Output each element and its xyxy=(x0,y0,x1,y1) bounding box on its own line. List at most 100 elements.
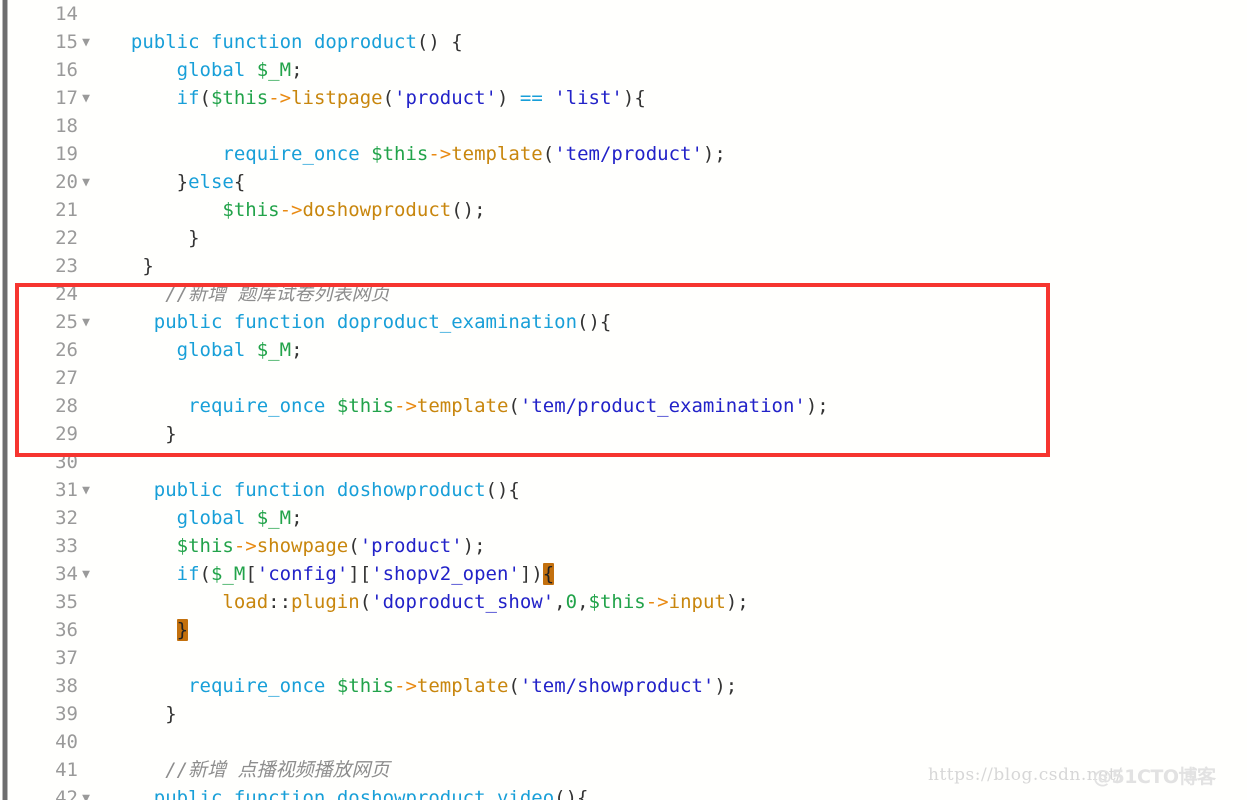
code-line-content[interactable]: public function doshowproduct_video(){ xyxy=(108,784,589,800)
fold-triangle-icon[interactable]: ▼ xyxy=(78,785,94,800)
line-number-19[interactable]: 19 xyxy=(0,140,100,168)
code-line[interactable]: 39 } xyxy=(0,700,1247,728)
editor-left-scrollbar[interactable] xyxy=(2,0,8,800)
line-number-17[interactable]: 17 ▼ xyxy=(0,84,100,112)
token-kw: global xyxy=(176,339,246,361)
code-line-content[interactable]: $this->showpage('product'); xyxy=(108,532,486,560)
line-number-24[interactable]: 24 xyxy=(0,280,100,308)
fold-triangle-icon[interactable]: ▼ xyxy=(78,477,94,505)
code-line-content[interactable]: if($_M['config']['shopv2_open']){ xyxy=(108,560,555,588)
code-line[interactable]: 21 $this->doshowproduct(); xyxy=(0,196,1247,224)
code-line[interactable]: 33 $this->showpage('product'); xyxy=(0,532,1247,560)
code-line-content[interactable]: $this->doshowproduct(); xyxy=(108,196,485,224)
code-line-content[interactable]: global $_M; xyxy=(108,336,303,364)
code-line[interactable]: 19 require_once $this->template('tem/pro… xyxy=(0,140,1247,168)
fold-triangle-icon[interactable]: ▼ xyxy=(78,169,94,197)
line-number-35[interactable]: 35 xyxy=(0,588,100,616)
code-line[interactable]: 36 } xyxy=(0,616,1247,644)
line-number-36[interactable]: 36 xyxy=(0,616,100,644)
code-line-content[interactable]: if($this->listpage('product') == 'list')… xyxy=(108,84,646,112)
line-number-37[interactable]: 37 xyxy=(0,644,100,672)
code-line-content[interactable]: require_once $this->template('tem/showpr… xyxy=(108,672,737,700)
line-number-label: 33 xyxy=(55,535,78,557)
code-line[interactable]: 41 //新增 点播视频播放网页 xyxy=(0,756,1247,784)
token-punc xyxy=(108,59,177,81)
code-line-content[interactable]: require_once $this->template('tem/produc… xyxy=(108,392,829,420)
code-line[interactable]: 25 ▼ public function doproduct_examinatio… xyxy=(0,308,1247,336)
code-line[interactable]: 16 global $_M; xyxy=(0,56,1247,84)
token-punc xyxy=(108,255,142,277)
code-editor[interactable]: 14 15 ▼ public function doproduct() {16 g… xyxy=(0,0,1247,800)
line-number-34[interactable]: 34 ▼ xyxy=(0,560,100,588)
line-number-29[interactable]: 29 xyxy=(0,420,100,448)
line-number-14[interactable]: 14 xyxy=(0,0,100,28)
line-number-41[interactable]: 41 xyxy=(0,756,100,784)
line-number-20[interactable]: 20 ▼ xyxy=(0,168,100,196)
line-number-42[interactable]: 42 ▼ xyxy=(0,784,100,800)
line-number-16[interactable]: 16 xyxy=(0,56,100,84)
line-number-18[interactable]: 18 xyxy=(0,112,100,140)
line-number-27[interactable]: 27 xyxy=(0,364,100,392)
code-line[interactable]: 38 require_once $this->template('tem/sho… xyxy=(0,672,1247,700)
code-line-content[interactable]: public function doproduct_examination(){ xyxy=(108,308,612,336)
code-line[interactable]: 14 xyxy=(0,0,1247,28)
code-line[interactable]: 35 load::plugin('doproduct_show',0,$this… xyxy=(0,588,1247,616)
code-line-content[interactable]: public function doproduct() { xyxy=(108,28,463,56)
line-number-32[interactable]: 32 xyxy=(0,504,100,532)
token-fn: doshowproduct_video xyxy=(336,787,555,800)
code-line-content[interactable]: //新增 题库试卷列表网页 xyxy=(108,280,389,308)
code-line-content[interactable]: global $_M; xyxy=(108,504,303,532)
code-line-content[interactable]: load::plugin('doproduct_show',0,$this->i… xyxy=(108,588,748,616)
code-line[interactable]: 17 ▼ if($this->listpage('product') == 'li… xyxy=(0,84,1247,112)
code-line[interactable]: 29 } xyxy=(0,420,1247,448)
line-number-31[interactable]: 31 ▼ xyxy=(0,476,100,504)
line-number-38[interactable]: 38 xyxy=(0,672,100,700)
fold-triangle-icon[interactable]: ▼ xyxy=(78,561,94,589)
line-number-21[interactable]: 21 xyxy=(0,196,100,224)
code-line-content[interactable]: } xyxy=(108,616,189,644)
line-number-26[interactable]: 26 xyxy=(0,336,100,364)
code-line[interactable]: 20 ▼ }else{ xyxy=(0,168,1247,196)
line-number-40[interactable]: 40 xyxy=(0,728,100,756)
line-number-33[interactable]: 33 xyxy=(0,532,100,560)
token-punc: ( xyxy=(348,535,360,557)
code-line[interactable]: 31 ▼ public function doshowproduct(){ xyxy=(0,476,1247,504)
code-line[interactable]: 30 xyxy=(0,448,1247,476)
code-line-content[interactable]: public function doshowproduct(){ xyxy=(108,476,520,504)
code-line-content[interactable]: require_once $this->template('tem/produc… xyxy=(108,140,725,168)
line-number-39[interactable]: 39 xyxy=(0,700,100,728)
token-punc: ; xyxy=(291,507,303,529)
code-line[interactable]: 27 xyxy=(0,364,1247,392)
line-number-28[interactable]: 28 xyxy=(0,392,100,420)
code-line[interactable]: 32 global $_M; xyxy=(0,504,1247,532)
code-line[interactable]: 15 ▼ public function doproduct() { xyxy=(0,28,1247,56)
fold-triangle-icon[interactable]: ▼ xyxy=(78,85,94,113)
code-line[interactable]: 42 ▼ public function doshowproduct_video(… xyxy=(0,784,1247,800)
line-number-23[interactable]: 23 xyxy=(0,252,100,280)
code-line-content[interactable]: global $_M; xyxy=(108,56,303,84)
code-line[interactable]: 23 } xyxy=(0,252,1247,280)
token-var: $this xyxy=(176,535,234,557)
code-line-content[interactable]: }else{ xyxy=(108,168,246,196)
code-line[interactable]: 24 //新增 题库试卷列表网页 xyxy=(0,280,1247,308)
line-number-15[interactable]: 15 ▼ xyxy=(0,28,100,56)
line-number-label: 22 xyxy=(55,227,78,249)
code-line-content[interactable]: } xyxy=(108,252,153,280)
code-line[interactable]: 40 xyxy=(0,728,1247,756)
code-line[interactable]: 34 ▼ if($_M['config']['shopv2_open']){ xyxy=(0,560,1247,588)
token-meth: listpage xyxy=(291,87,383,109)
code-line-content[interactable]: } xyxy=(108,420,176,448)
code-line[interactable]: 28 require_once $this->template('tem/pro… xyxy=(0,392,1247,420)
line-number-22[interactable]: 22 xyxy=(0,224,100,252)
code-line[interactable]: 37 xyxy=(0,644,1247,672)
code-line-content[interactable]: //新增 点播视频播放网页 xyxy=(108,756,389,784)
line-number-30[interactable]: 30 xyxy=(0,448,100,476)
code-line[interactable]: 26 global $_M; xyxy=(0,336,1247,364)
code-line-content[interactable]: } xyxy=(108,224,199,252)
code-line-content[interactable]: } xyxy=(108,700,176,728)
fold-triangle-icon[interactable]: ▼ xyxy=(78,29,94,57)
fold-triangle-icon[interactable]: ▼ xyxy=(78,309,94,337)
line-number-25[interactable]: 25 ▼ xyxy=(0,308,100,336)
code-line[interactable]: 22 } xyxy=(0,224,1247,252)
code-line[interactable]: 18 xyxy=(0,112,1247,140)
